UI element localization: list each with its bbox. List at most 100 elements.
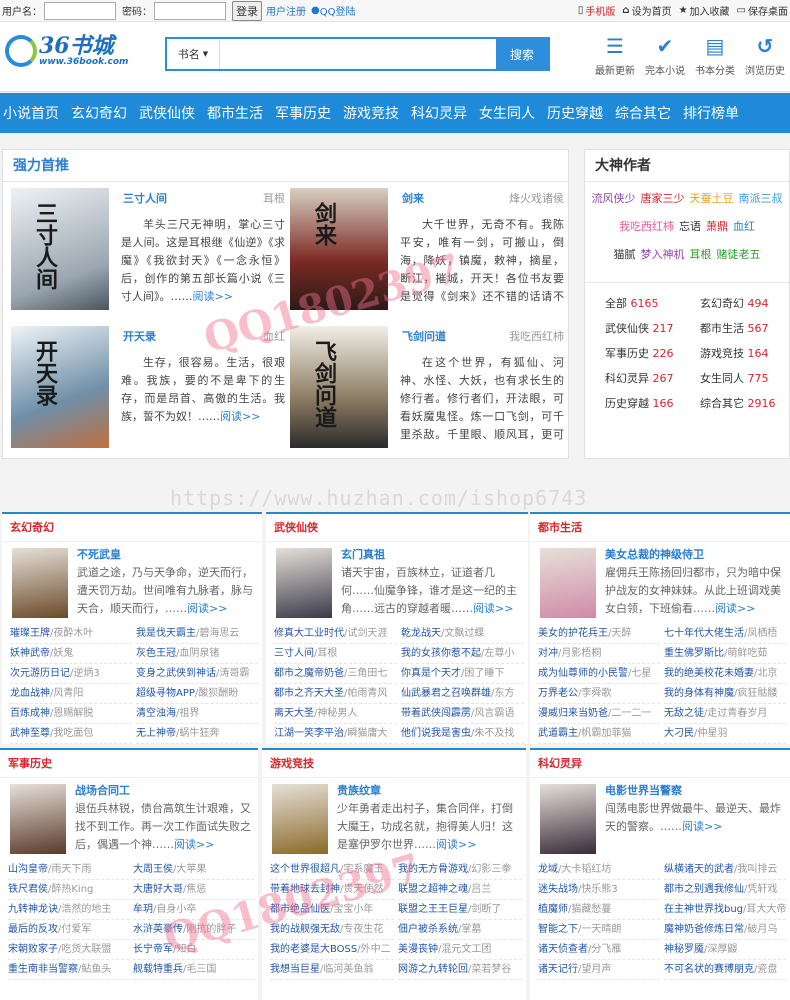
list-item[interactable]: 宋朝败家子/吃货大联盟 [8,940,129,960]
category-link[interactable]: 玄幻奇幻 494 [700,295,790,311]
list-item[interactable]: 舰载特重兵/毛三国 [133,960,254,980]
list-item[interactable]: 都市之别遇我修仙/凭轩戏 [664,880,786,900]
list-item[interactable]: 万界老公/李舜歌 [538,684,660,704]
book-author[interactable]: 耳根 [263,190,285,206]
list-item[interactable]: 佃户被杀系统/掌墓 [398,920,522,940]
site-logo[interactable]: 36书城 www.36book.com [5,35,128,67]
nav-item[interactable]: 游戏竞技 [340,103,408,123]
book-cover[interactable] [10,784,66,854]
nav-item[interactable]: 历史穿越 [544,103,612,123]
list-item[interactable]: 妖神武帝/妖鬼 [10,644,132,664]
author-link[interactable]: 唐家三少 [641,190,685,208]
author-link[interactable]: 我吃西红柿 [619,218,674,236]
author-link[interactable]: 梦入神机 [641,246,685,264]
section-title[interactable]: 游戏竞技 [262,750,526,778]
list-item[interactable]: 长宁帝军/知白 [133,940,254,960]
list-item[interactable]: 牟玥/自身小卒 [133,900,254,920]
list-item[interactable]: 成为仙尊师的小民警/七星 [538,664,660,684]
book-cover[interactable]: 剑来 [290,188,388,310]
list-item[interactable]: 重生佛罗斯比/萌鲜吃茹 [664,644,786,664]
read-more-link[interactable]: 阅读>> [715,602,755,615]
search-input[interactable] [219,39,496,69]
list-item[interactable]: 都市之齐天大圣/帕雨青风 [274,684,397,704]
book-author[interactable]: 烽火戏诸侯 [509,190,564,206]
list-item[interactable]: 都市之魔帝奶爸/三角田七 [274,664,397,684]
list-item[interactable]: 我想当巨星/临河美鱼翁 [270,960,394,980]
list-item[interactable]: 清空浊海/祖界 [136,704,258,724]
category-link[interactable]: 科幻灵异 267 [605,370,700,386]
search-type-select[interactable]: 书名 ▼ [167,39,219,69]
nav-item[interactable]: 武侠仙侠 [136,103,204,123]
list-item[interactable]: 无上神帝/蜗牛狂奔 [136,724,258,744]
save-desktop-link[interactable]: ▭ 保存桌面 [737,3,788,18]
category-link[interactable]: 武侠仙侠 217 [605,320,700,336]
nav-item[interactable]: 科幻灵异 [408,103,476,123]
book-cover[interactable] [540,784,596,854]
list-item[interactable]: 超级寻物APP/酸狈酬盼 [136,684,258,704]
list-item[interactable]: 带着地球去封神/贵天使然 [270,880,394,900]
list-item[interactable]: 魔神奶爸修炼日常/破月乌 [664,920,786,940]
category-link[interactable]: 女生同人 775 [700,370,790,386]
list-item[interactable]: 联盟之王王巨星/剑断了 [398,900,522,920]
book-cover[interactable] [276,548,332,618]
nav-item[interactable]: 排行榜单 [680,103,748,123]
author-link[interactable]: 流风侠少 [592,190,636,208]
nav-item[interactable]: 玄幻奇幻 [68,103,136,123]
category-link[interactable]: 综合其它 2916 [700,395,790,411]
list-item[interactable]: 大唐好大哥/焦惩 [133,880,254,900]
book-title[interactable]: 剑来 [402,190,424,206]
author-link[interactable]: 赌徒老五 [717,246,761,264]
list-item[interactable]: 对冲/月影梧桐 [538,644,660,664]
list-item[interactable]: 我是伐天霸主/碧海思云 [136,624,258,644]
list-item[interactable]: 龙域/大卡韬红坊 [538,860,660,880]
list-item[interactable]: 美女的护花兵王/天醉 [538,624,660,644]
category-link[interactable]: 军事历史 226 [605,345,700,361]
nav-item[interactable]: 小说首页 [0,103,68,123]
list-item[interactable]: 纵横诸天的武者/我叫排云 [664,860,786,880]
read-more-link[interactable]: 阅读>> [436,838,476,851]
list-item[interactable]: 我的战舰强无敌/专夜生花 [270,920,394,940]
author-link[interactable]: 耳根 [690,246,712,264]
book-cover[interactable]: 开天录 [11,326,109,448]
list-item[interactable]: 诸天记行/望月声 [538,960,660,980]
nav-item[interactable]: 军事历史 [272,103,340,123]
list-item[interactable]: 你真是个天才/困了睡下 [401,664,524,684]
section-title[interactable]: 军事历史 [0,750,258,778]
author-link[interactable]: 血红 [733,218,755,236]
list-item[interactable]: 带着武侠闯霹雳/风言霸语 [401,704,524,724]
book-title[interactable]: 三寸人间 [123,190,167,206]
book-title[interactable]: 电影世界当警察 [605,782,682,798]
list-item[interactable]: 璀璨王牌/夜酔木叶 [10,624,132,644]
shortcut-3[interactable]: ↺ 浏览历史 [740,34,790,77]
read-more-link[interactable]: 阅读>> [193,290,233,303]
book-title[interactable]: 玄门真祖 [341,546,385,562]
list-item[interactable]: 武神至尊/我吃面包 [10,724,132,744]
read-more-link[interactable]: 阅读>> [174,838,214,851]
list-item[interactable]: 这个世界很超凡/宅系魔王 [270,860,394,880]
list-item[interactable]: 不可名状的赛博朋克/瓷盘 [664,960,786,980]
book-cover[interactable] [540,548,596,618]
list-item[interactable]: 九转神龙诀/浩然的地主 [8,900,129,920]
list-item[interactable]: 乾龙战天/文飘过蝶 [401,624,524,644]
list-item[interactable]: 武道霸主/帆霸加菲猫 [538,724,660,744]
book-title[interactable]: 不死武皇 [77,546,121,562]
list-item[interactable]: 我的身体有神魔/疯狂骷髅 [664,684,786,704]
list-item[interactable]: 植魔师/猫藏愁蔓 [538,900,660,920]
list-item[interactable]: 龙血战神/风青阳 [10,684,132,704]
author-link[interactable]: 南派三叔 [739,190,783,208]
list-item[interactable]: 神秘罗魇/深厚鼹 [664,940,786,960]
list-item[interactable]: 离天大圣/神秘男人 [274,704,397,724]
list-item[interactable]: 他们说我是害虫/朱不及找 [401,724,524,744]
list-item[interactable]: 网游之九转轮回/菜若梦谷 [398,960,522,980]
list-item[interactable]: 在主神世界找bug/耳大大帝 [664,900,786,920]
list-item[interactable]: 漫威归来当奶爸/二一二一 [538,704,660,724]
shortcut-1[interactable]: ✔ 完本小说 [640,34,690,77]
book-author[interactable]: 血红 [263,328,285,344]
search-button[interactable]: 搜索 [496,39,548,69]
list-item[interactable]: 大刁民/仲星羽 [664,724,786,744]
category-link[interactable]: 游戏竞技 164 [700,345,790,361]
list-item[interactable]: 我的女孩你惹不起/左尊小 [401,644,524,664]
author-link[interactable]: 猫腻 [614,246,636,264]
book-cover[interactable]: 飞剑问道 [290,326,388,448]
list-item[interactable]: 迷失战场/快乐熊3 [538,880,660,900]
